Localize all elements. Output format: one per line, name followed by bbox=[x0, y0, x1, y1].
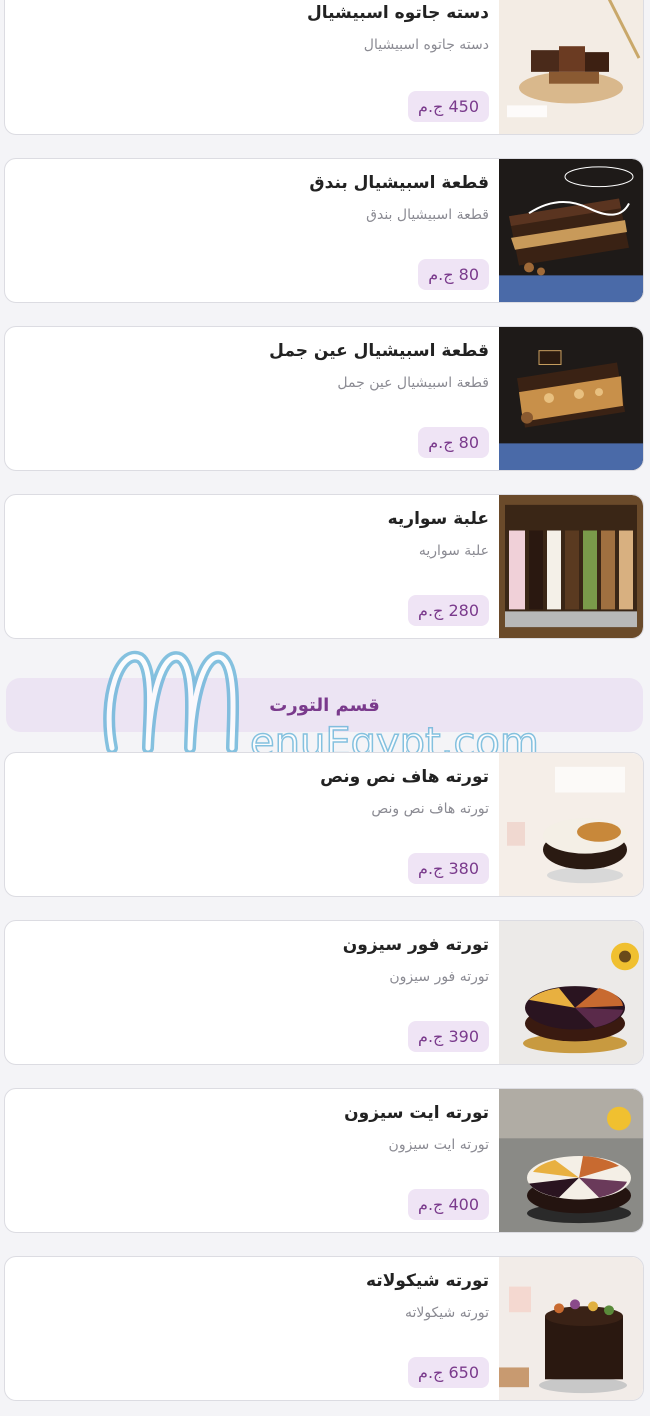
product-description: علبة سواريه bbox=[418, 543, 489, 559]
product-price: 80 ج.م bbox=[418, 427, 489, 458]
product-title: تورته فور سيزون bbox=[342, 935, 489, 955]
product-title: تورته شيكولاته bbox=[366, 1271, 489, 1291]
product-card[interactable]: علبة سواريه علبة سواريه 280 ج.م bbox=[4, 494, 644, 639]
product-price: 280 ج.م bbox=[408, 595, 489, 626]
product-card[interactable]: تورته هاف نص ونص تورته هاف نص ونص 380 ج.… bbox=[4, 752, 644, 897]
product-image[interactable] bbox=[499, 495, 643, 638]
product-description: قطعة اسبيشيال بندق bbox=[366, 207, 489, 223]
product-title: تورته ايت سيزون bbox=[344, 1103, 489, 1123]
product-image[interactable] bbox=[499, 327, 643, 470]
product-price: 400 ج.م bbox=[408, 1189, 489, 1220]
product-description: تورته شيكولاته bbox=[404, 1305, 489, 1321]
section-title: قسم التورت bbox=[269, 694, 380, 716]
product-image[interactable] bbox=[499, 1089, 643, 1232]
product-image[interactable] bbox=[499, 921, 643, 1064]
product-description: دسته جاتوه اسبيشيال bbox=[363, 37, 489, 53]
product-title: قطعة اسبيشيال بندق bbox=[309, 173, 489, 193]
product-card[interactable]: قطعة اسبيشيال بندق قطعة اسبيشيال بندق 80… bbox=[4, 158, 644, 303]
product-image[interactable] bbox=[499, 753, 643, 896]
product-description: تورته ايت سيزون bbox=[388, 1137, 489, 1153]
product-image[interactable] bbox=[499, 1257, 643, 1400]
product-description: تورته هاف نص ونص bbox=[371, 801, 489, 817]
product-price: 390 ج.م bbox=[408, 1021, 489, 1052]
section-header-cakes[interactable]: قسم التورت bbox=[6, 678, 643, 732]
product-card[interactable]: تورته فور سيزون تورته فور سيزون 390 ج.م bbox=[4, 920, 644, 1065]
product-title: قطعة اسبيشيال عين جمل bbox=[269, 341, 489, 361]
product-image[interactable] bbox=[499, 159, 643, 302]
product-title: علبة سواريه bbox=[387, 509, 489, 529]
product-price: 450 ج.م bbox=[408, 91, 489, 122]
product-price: 80 ج.م bbox=[418, 259, 489, 290]
product-card[interactable]: تورته ايت سيزون تورته ايت سيزون 400 ج.م bbox=[4, 1088, 644, 1233]
product-title: تورته هاف نص ونص bbox=[320, 767, 489, 787]
product-price: 650 ج.م bbox=[408, 1357, 489, 1388]
product-description: تورته فور سيزون bbox=[389, 969, 489, 985]
product-card[interactable]: دسته جاتوه اسبيشيال دسته جاتوه اسبيشيال … bbox=[4, 0, 644, 135]
product-description: قطعة اسبيشيال عين جمل bbox=[337, 375, 489, 391]
product-card[interactable]: تورته شيكولاته تورته شيكولاته 650 ج.م bbox=[4, 1256, 644, 1401]
product-title: دسته جاتوه اسبيشيال bbox=[306, 3, 489, 23]
product-price: 380 ج.م bbox=[408, 853, 489, 884]
product-card[interactable]: قطعة اسبيشيال عين جمل قطعة اسبيشيال عين … bbox=[4, 326, 644, 471]
product-image[interactable] bbox=[499, 0, 643, 134]
